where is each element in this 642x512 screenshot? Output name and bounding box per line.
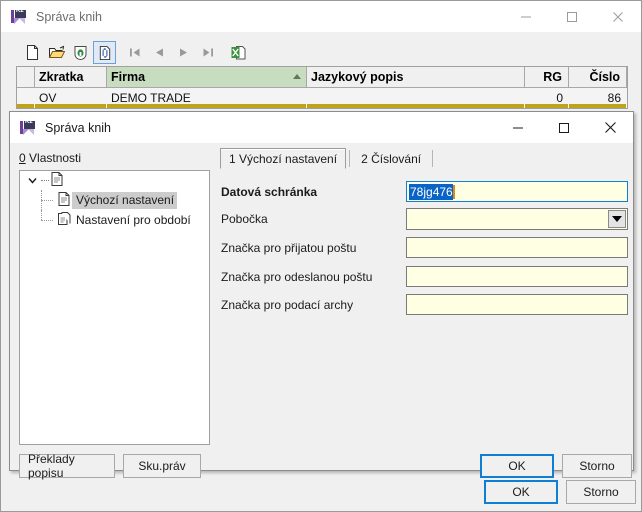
dialog-close-button[interactable] [587, 112, 633, 143]
tree-connector [38, 190, 58, 210]
new-document-icon [27, 45, 38, 60]
tree-item-label: Nastavení pro období [76, 212, 191, 227]
export-excel-button[interactable] [227, 41, 250, 64]
main-window-buttons: OK Storno [484, 480, 636, 504]
chevron-down-icon [612, 216, 622, 222]
label-datova-schranka: Datová schránka [221, 185, 318, 199]
vlastnosti-label: 0 Vlastnosti [19, 151, 81, 165]
tab-separator-2 [432, 150, 434, 167]
tab-vychozi-nastaveni[interactable]: 1 Výchozí nastavení [220, 148, 347, 169]
dialog-maximize-button[interactable] [541, 112, 587, 143]
tree-connector [41, 180, 49, 181]
properties-tree[interactable]: Výchozí nastavení Nastavení pro období [19, 170, 210, 445]
save-lock-icon [74, 46, 87, 61]
sprava-knih-dialog: Správa knih [9, 111, 634, 480]
save-record-button[interactable] [69, 41, 92, 64]
records-grid[interactable]: Zkratka Firma Jazykový popis RG Číslo OV… [16, 66, 628, 109]
dialog-title: Správa knih [45, 120, 112, 135]
tree-root-node[interactable] [20, 171, 209, 190]
dialog-storno-button[interactable]: Storno [562, 454, 632, 478]
main-window-titlebar: Správa knih [1, 1, 641, 32]
dialog-right-buttons: OK Storno [480, 454, 632, 478]
grid-header-zkratka[interactable]: Zkratka [35, 67, 107, 88]
documents-icon [58, 211, 72, 229]
tab-cislovani[interactable]: 2 Číslování [353, 148, 429, 169]
znacka-podaci-archy-input[interactable] [406, 294, 628, 315]
refresh-document-icon [99, 45, 110, 60]
grid-header-marker[interactable] [17, 67, 35, 88]
close-button[interactable] [595, 1, 641, 32]
grid-header-row: Zkratka Firma Jazykový popis RG Číslo [17, 67, 627, 88]
refresh-button[interactable] [93, 41, 116, 64]
tree-item-label: Výchozí nastavení [72, 191, 178, 209]
close-icon [604, 122, 616, 133]
main-window-controls [503, 1, 641, 32]
main-ok-button[interactable]: OK [484, 480, 558, 504]
label-pobocka: Pobočka [221, 212, 268, 226]
grid-header-firma[interactable]: Firma [107, 67, 307, 88]
dialog-titlebar: Správa knih [10, 112, 633, 143]
preklady-popisu-button[interactable]: Překlady popisu [19, 452, 115, 480]
nav-next-icon [180, 48, 187, 57]
excel-export-icon [231, 46, 246, 60]
dialog-left-buttons: Překlady popisu Sku.práv [19, 452, 201, 480]
datova-schranka-input[interactable]: 78jg476 [406, 181, 628, 202]
maximize-button[interactable] [549, 1, 595, 32]
sort-ascending-icon [293, 74, 301, 79]
vlastnosti-label-rest: Vlastnosti [25, 151, 82, 165]
main-window: Správa knih [0, 0, 642, 512]
minimize-button[interactable] [503, 1, 549, 32]
previous-record-button[interactable] [148, 41, 171, 64]
grid-header-jazykovy-popis[interactable]: Jazykový popis [307, 67, 525, 88]
main-toolbar [16, 39, 628, 66]
close-icon [613, 11, 623, 22]
first-record-button[interactable] [124, 41, 147, 64]
datova-schranka-value: 78jg476 [409, 183, 453, 200]
k2-app-icon [11, 8, 27, 25]
vlastnosti-accel: 0 [19, 151, 26, 165]
minimize-icon [521, 16, 531, 17]
main-window-title: Správa knih [36, 9, 103, 24]
tree-item-vychozi-nastaveni[interactable]: Výchozí nastavení [20, 190, 209, 210]
next-record-button[interactable] [172, 41, 195, 64]
main-storno-button[interactable]: Storno [566, 480, 636, 504]
chevron-down-icon[interactable] [26, 174, 39, 187]
grid-header-firma-label: Firma [111, 70, 146, 84]
open-record-button[interactable] [45, 41, 68, 64]
dialog-tabstrip: 1 Výchozí nastavení 2 Číslování [220, 147, 436, 169]
maximize-icon [559, 122, 569, 133]
znacka-prijata-posta-input[interactable] [406, 237, 628, 258]
document-icon [51, 172, 65, 189]
text-caret [452, 184, 455, 199]
open-folder-icon [48, 45, 65, 58]
pobocka-combobox[interactable] [406, 208, 628, 230]
last-record-button[interactable] [196, 41, 219, 64]
document-icon [58, 191, 72, 209]
label-znacka-prijata-posta: Značka pro přijatou poštu [221, 241, 357, 255]
znacka-odeslana-posta-input[interactable] [406, 266, 628, 287]
dropdown-button[interactable] [608, 210, 626, 228]
tab-separator [349, 150, 351, 167]
minimize-icon [513, 127, 523, 128]
label-znacka-podaci-archy: Značka pro podací archy [221, 298, 354, 312]
dialog-ok-button[interactable]: OK [480, 454, 554, 478]
nav-last-icon [203, 48, 213, 57]
selected-row-highlight [17, 104, 627, 108]
tree-connector [38, 210, 58, 230]
dialog-k2-app-icon [20, 119, 36, 136]
nav-first-icon [130, 48, 140, 57]
tree-item-nastaveni-pro-obdobi[interactable]: Nastavení pro období [20, 210, 209, 230]
sku-prav-button[interactable]: Sku.práv [123, 454, 201, 478]
maximize-icon [567, 11, 577, 22]
grid-header-cislo[interactable]: Číslo [569, 67, 627, 88]
label-znacka-odeslana-posta: Značka pro odeslanou poštu [221, 270, 373, 284]
dialog-window-controls [495, 112, 633, 143]
dialog-minimize-button[interactable] [495, 112, 541, 143]
grid-header-rg[interactable]: RG [525, 67, 569, 88]
nav-previous-icon [156, 48, 163, 57]
new-record-button[interactable] [21, 41, 44, 64]
